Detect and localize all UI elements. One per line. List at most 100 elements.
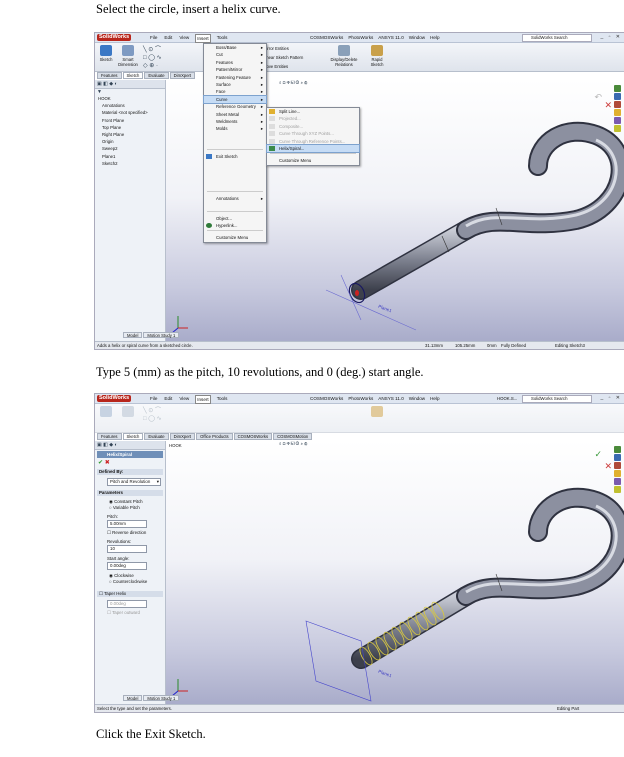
tab-motion-study[interactable]: Motion Study 1: [143, 695, 180, 701]
menu-item-cut[interactable]: Cut ▸: [204, 51, 266, 58]
tree-item-sketch2[interactable]: Sketch2: [98, 160, 165, 167]
tree-item-sweep2[interactable]: Sweep2: [98, 145, 165, 152]
menu-file[interactable]: File: [149, 395, 158, 404]
tab-dimxpert[interactable]: DimXpert: [169, 72, 196, 79]
menu-item-customize[interactable]: Customize Menu: [204, 234, 266, 241]
file-explorer-icon[interactable]: [614, 101, 621, 108]
menu-view[interactable]: View: [178, 395, 190, 404]
panel-tab-icons[interactable]: ▣ ◧ ◆ ◐: [95, 441, 165, 450]
tab-features[interactable]: Features: [97, 72, 122, 79]
smart-dimension-button[interactable]: Smart Dimension: [117, 45, 139, 67]
menu-ansys[interactable]: ANSYS 11.0: [378, 395, 403, 402]
tree-item-top-plane[interactable]: Top Plane: [98, 124, 165, 131]
menu-edit[interactable]: Edit: [163, 34, 173, 43]
menu-edit[interactable]: Edit: [163, 395, 173, 404]
pitch-input[interactable]: 5.00mm: [107, 520, 147, 528]
ok-icon[interactable]: ✔: [98, 460, 103, 466]
menu-item-customize-curve[interactable]: Customize Menu: [267, 157, 359, 164]
move-entities-button[interactable]: Move Entities: [263, 64, 323, 69]
menu-insert[interactable]: Insert: [195, 34, 211, 43]
cancel-icon[interactable]: ✕: [604, 461, 612, 472]
view-toolbar[interactable]: ⌕ ⊡ ✥ ◱ ◍ ◑ ⚙: [279, 80, 307, 85]
menu-item-surface[interactable]: Surface ▸: [204, 81, 266, 88]
panel-tab-icons[interactable]: ▣ ◧ ◆ ◐: [95, 80, 165, 89]
menu-tools[interactable]: Tools: [216, 34, 229, 43]
menu-item-face[interactable]: Face ▸: [204, 88, 266, 95]
custom-properties-icon[interactable]: [614, 125, 621, 132]
search-input[interactable]: SolidWorks Search: [522, 34, 592, 42]
window-controls[interactable]: _ ▫ ✕: [600, 34, 622, 40]
tab-cosmosmotion[interactable]: COSMOSMotion: [273, 433, 313, 440]
menu-item-sheet-metal[interactable]: Sheet Metal ▸: [204, 111, 266, 118]
menu-item-curve[interactable]: Curve ▸: [203, 94, 267, 105]
design-library-icon[interactable]: [614, 93, 621, 100]
resources-icon[interactable]: [614, 446, 621, 453]
menu-cosmosworks[interactable]: COSMOSWorks: [310, 395, 343, 402]
tab-sketch[interactable]: Sketch: [122, 72, 144, 79]
tree-item-material[interactable]: Material <not specified>: [98, 109, 165, 116]
task-pane-icons[interactable]: [614, 85, 621, 133]
tab-evaluate[interactable]: Evaluate: [144, 72, 169, 79]
menu-file[interactable]: File: [149, 34, 158, 43]
search-icon[interactable]: [614, 109, 621, 116]
menu-cosmosworks[interactable]: COSMOSWorks: [310, 34, 343, 41]
tab-model[interactable]: Model: [123, 695, 143, 701]
confirm-icon[interactable]: ↶: [594, 92, 602, 103]
menu-photoworks[interactable]: PhotoWorks: [348, 34, 373, 41]
menu-item-annotations[interactable]: Annotations ▸: [204, 195, 266, 202]
tab-dimxpert[interactable]: DimXpert: [169, 433, 196, 440]
menu-item-exit-sketch[interactable]: Exit Sketch: [204, 153, 266, 160]
custom-properties-icon[interactable]: [614, 486, 621, 493]
menu-window[interactable]: Window: [409, 34, 425, 41]
start-angle-input[interactable]: 0.00deg: [107, 562, 147, 570]
menu-help[interactable]: Help: [430, 395, 439, 402]
sketch-button[interactable]: Sketch: [97, 45, 115, 62]
menu-ansys[interactable]: ANSYS 11.0: [378, 34, 403, 41]
tree-item-front-plane[interactable]: Front Plane: [98, 117, 165, 124]
rapid-sketch-button[interactable]: Rapid Sketch: [367, 45, 387, 67]
variable-pitch-radio[interactable]: ○ Variable Pitch: [109, 505, 165, 511]
taper-helix-header[interactable]: ☐ Taper Helix: [97, 591, 163, 597]
tab-cosmosworks[interactable]: COSMOSWorks: [233, 433, 273, 440]
confirm-icon[interactable]: ✓: [594, 449, 602, 460]
tab-evaluate[interactable]: Evaluate: [144, 433, 169, 440]
menu-item-split-line[interactable]: Split Line...: [267, 108, 359, 115]
tab-sketch[interactable]: Sketch: [122, 433, 144, 440]
menu-item-pattern-mirror[interactable]: Pattern/Mirror ▸: [204, 66, 266, 73]
defined-by-select[interactable]: Pitch and Revolution ▾: [107, 478, 161, 486]
cancel-icon[interactable]: ✕: [604, 100, 612, 111]
menu-view[interactable]: View: [178, 34, 190, 43]
sketch-tools-icons[interactable]: ╲ ⊙ ⌒ □ ◯ ∿ ◇ ⊕ ·: [143, 46, 162, 70]
tab-motion-study[interactable]: Motion Study 1: [143, 332, 180, 338]
defined-by-header[interactable]: Defined By:: [97, 469, 163, 475]
menu-insert[interactable]: Insert: [195, 395, 211, 404]
cancel-icon[interactable]: ✖: [105, 460, 110, 466]
tab-features[interactable]: Features: [97, 433, 122, 440]
parameters-header[interactable]: Parameters: [97, 490, 163, 496]
menu-item-features[interactable]: Features ▸: [204, 59, 266, 66]
appearances-icon[interactable]: [614, 478, 621, 485]
menu-help[interactable]: Help: [430, 34, 439, 41]
menu-photoworks[interactable]: PhotoWorks: [348, 395, 373, 402]
resources-icon[interactable]: [614, 85, 621, 92]
task-pane-icons[interactable]: [614, 446, 621, 494]
menu-item-molds[interactable]: Molds ▸: [204, 125, 266, 132]
tab-model[interactable]: Model: [123, 332, 143, 338]
counterclockwise-radio[interactable]: ○ Counterclockwise: [109, 579, 165, 585]
design-library-icon[interactable]: [614, 454, 621, 461]
rapid-sketch-button[interactable]: [367, 406, 387, 418]
file-explorer-icon[interactable]: [614, 462, 621, 469]
graphics-area[interactable]: HOOK Plane1 ⌕ ⊡ ✥ ◱ ◍ ◑ ⚙ ✓ ✕: [166, 441, 624, 704]
mirror-entities-button[interactable]: Mirror Entities: [263, 46, 323, 51]
menu-item-hyperlink[interactable]: Hyperlink...: [204, 222, 266, 229]
menu-item-weldments[interactable]: Weldments ▸: [204, 118, 266, 125]
tree-item-origin[interactable]: Origin: [98, 138, 165, 145]
menu-item-fastening-feature[interactable]: Fastening Feature ▸: [204, 74, 266, 81]
tree-item-plane1[interactable]: Plane1: [98, 153, 165, 160]
tree-item-annotations[interactable]: Annotations: [98, 102, 165, 109]
view-toolbar[interactable]: ⌕ ⊡ ✥ ◱ ◍ ◑ ⚙: [279, 441, 307, 446]
linear-sketch-pattern-button[interactable]: Linear Sketch Pattern: [263, 55, 323, 60]
menu-item-helix-spiral[interactable]: Helix/Spiral...: [266, 143, 360, 154]
revolutions-input[interactable]: 10: [107, 545, 147, 553]
window-controls[interactable]: _ ▫ ✕: [600, 395, 622, 401]
